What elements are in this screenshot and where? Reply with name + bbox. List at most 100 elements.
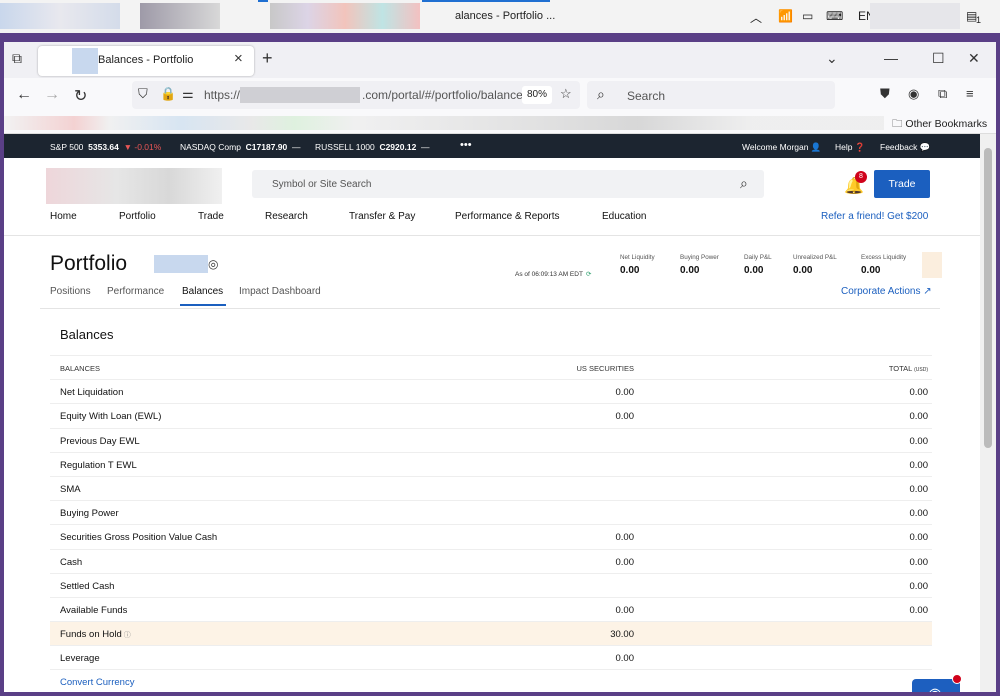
search-icon: ⌕: [597, 86, 605, 102]
table-row-equity-with-loan: Equity With Loan (EWL) 0.00 0.00: [50, 403, 932, 427]
browser-tab-bar: ⧉ Balances - Portfolio × + ⌄ — ☐ ✕: [4, 42, 996, 78]
refresh-icon[interactable]: ⟳: [586, 271, 591, 278]
as-of-label: As of 06:09:13 AM EDT: [515, 271, 583, 278]
shield-icon[interactable]: ⛉: [138, 86, 148, 102]
table-row-convert-currency: Convert Currency: [50, 669, 932, 692]
other-bookmarks-label: Other Bookmarks: [905, 118, 988, 130]
ticker-sp500[interactable]: S&P 500 5353.64 ▼ -0.01%: [50, 142, 161, 152]
chat-notification-dot: [952, 674, 962, 684]
permissions-icon[interactable]: ⚌: [182, 86, 194, 102]
nav-education[interactable]: Education: [602, 211, 646, 222]
battery-icon[interactable]: ▭: [802, 9, 813, 23]
chat-icon[interactable]: ◉: [928, 684, 942, 692]
close-tab-icon[interactable]: ×: [234, 50, 243, 67]
lock-icon[interactable]: 🔒: [160, 86, 176, 102]
page-title: Portfolio: [50, 252, 128, 275]
trade-button[interactable]: Trade: [874, 170, 930, 198]
site-header: Symbol or Site Search ⌕ 🔔 8 Trade Home P…: [4, 158, 980, 236]
minimize-icon[interactable]: —: [884, 50, 898, 66]
menu-icon[interactable]: ≡: [966, 86, 974, 101]
chevron-up-icon[interactable]: ︿: [750, 9, 762, 26]
feedback-label: Feedback: [880, 142, 918, 152]
tab-positions[interactable]: Positions: [50, 286, 91, 297]
bookmark-star-icon[interactable]: ☆: [560, 86, 572, 102]
new-tab-button[interactable]: +: [262, 48, 273, 69]
pocket-icon[interactable]: ⛊: [880, 86, 890, 102]
blurred-taskbar-app[interactable]: [140, 3, 220, 29]
feedback-link[interactable]: Feedback 💬: [880, 142, 930, 153]
refer-friend-link[interactable]: Refer a friend! Get $200: [821, 211, 928, 222]
nav-transfer-pay[interactable]: Transfer & Pay: [349, 211, 415, 222]
keyboard-icon[interactable]: ⌨: [826, 9, 843, 23]
help-icon: ❓: [854, 142, 866, 152]
nav-research[interactable]: Research: [265, 211, 308, 222]
list-all-tabs-icon[interactable]: ⌄: [826, 50, 838, 67]
ticker-russell[interactable]: RUSSELL 1000 C2920.12 —: [315, 142, 430, 152]
blurred-taskbar-apps: [0, 3, 120, 29]
row-us-value: 0.00: [615, 556, 635, 568]
account-icon[interactable]: ◉: [908, 86, 919, 102]
eye-slash-icon[interactable]: ◎: [208, 257, 218, 271]
table-row-net-liquidation: Net Liquidation 0.00 0.00: [50, 379, 932, 403]
web-page: S&P 500 5353.64 ▼ -0.01% NASDAQ Comp C17…: [4, 134, 980, 692]
blurred-taskbar-app[interactable]: [270, 3, 420, 29]
row-total-value: 0.00: [909, 556, 929, 568]
row-label: Leverage: [60, 653, 100, 665]
address-bar[interactable]: ⛉ 🔒 ⚌ https:// .com/portal/#/portfolio/b…: [132, 81, 580, 109]
help-link[interactable]: Help ❓: [835, 142, 865, 153]
zoom-level[interactable]: 80%: [522, 86, 552, 104]
user-icon: 👤: [810, 142, 822, 152]
metric-label: Buying Power: [680, 254, 719, 261]
table-row-regulation-t-ewl: Regulation T EWL 0.00: [50, 451, 932, 476]
search-icon[interactable]: ⌕: [740, 175, 748, 192]
maximize-icon[interactable]: ☐: [932, 50, 945, 67]
forward-icon[interactable]: →: [44, 86, 60, 104]
nav-portfolio[interactable]: Portfolio: [119, 211, 156, 222]
row-total-value: 0.00: [909, 508, 929, 520]
row-total-value: 0.00: [909, 532, 929, 544]
info-icon[interactable]: ⓘ: [124, 632, 131, 639]
taskbar-active-indicator: [422, 0, 550, 2]
table-row-cash: Cash 0.00 0.00: [50, 548, 932, 573]
wifi-icon[interactable]: 📶: [778, 9, 793, 23]
notification-count: 1: [976, 15, 982, 25]
page-scrollbar[interactable]: [980, 134, 996, 692]
blurred-bookmarks[interactable]: [4, 116, 884, 130]
reload-icon[interactable]: ↻: [74, 86, 87, 106]
blurred-clock: [870, 3, 960, 29]
back-icon[interactable]: ←: [16, 86, 32, 104]
row-total-value: 0.00: [909, 580, 929, 592]
ticker-russell-value: C2920.12: [379, 142, 417, 152]
row-total-value: 0.00: [909, 604, 929, 616]
ticker-russell-label: RUSSELL 1000: [315, 142, 375, 152]
tab-impact-dashboard[interactable]: Impact Dashboard: [239, 286, 321, 297]
corporate-actions-link[interactable]: Corporate Actions ↗: [841, 286, 932, 297]
extensions-icon[interactable]: ⧉: [938, 86, 947, 102]
ticker-more-button[interactable]: •••: [460, 139, 472, 151]
taskbar-active-window[interactable]: alances - Portfolio ...: [455, 10, 555, 22]
convert-currency-link[interactable]: Convert Currency: [60, 677, 134, 688]
row-us-value: 0.00: [615, 653, 635, 665]
account-id-blurred[interactable]: [154, 255, 208, 273]
metric-label: Net Liquidity: [620, 254, 655, 261]
nav-home[interactable]: Home: [50, 211, 77, 222]
welcome-user-menu[interactable]: Welcome Morgan 👤: [742, 142, 821, 153]
site-search-input[interactable]: Symbol or Site Search ⌕: [252, 170, 764, 198]
browser-tab-active[interactable]: Balances - Portfolio ×: [38, 46, 254, 76]
balances-section-title: Balances: [60, 327, 114, 342]
scrollbar-thumb[interactable]: [984, 148, 992, 448]
header-currency: (USD): [914, 367, 928, 373]
tab-balances[interactable]: Balances: [182, 286, 223, 297]
browser-search-bar[interactable]: ⌕ Search: [587, 81, 835, 109]
close-window-icon[interactable]: ✕: [968, 50, 980, 67]
site-logo-blurred[interactable]: [46, 168, 222, 204]
nav-performance-reports[interactable]: Performance & Reports: [455, 211, 560, 222]
tab-list-icon[interactable]: ⧉: [12, 50, 22, 67]
ticker-nasdaq[interactable]: NASDAQ Comp C17187.90 —: [180, 142, 301, 152]
tab-performance[interactable]: Performance: [107, 286, 164, 297]
other-bookmarks[interactable]: 🗀 Other Bookmarks: [892, 116, 987, 134]
metric-buying-power: Buying Power 0.00: [680, 254, 719, 276]
folder-icon: 🗀: [892, 118, 903, 130]
nav-trade[interactable]: Trade: [198, 211, 224, 222]
ticker-sp-change: ▼ -0.01%: [123, 142, 162, 152]
